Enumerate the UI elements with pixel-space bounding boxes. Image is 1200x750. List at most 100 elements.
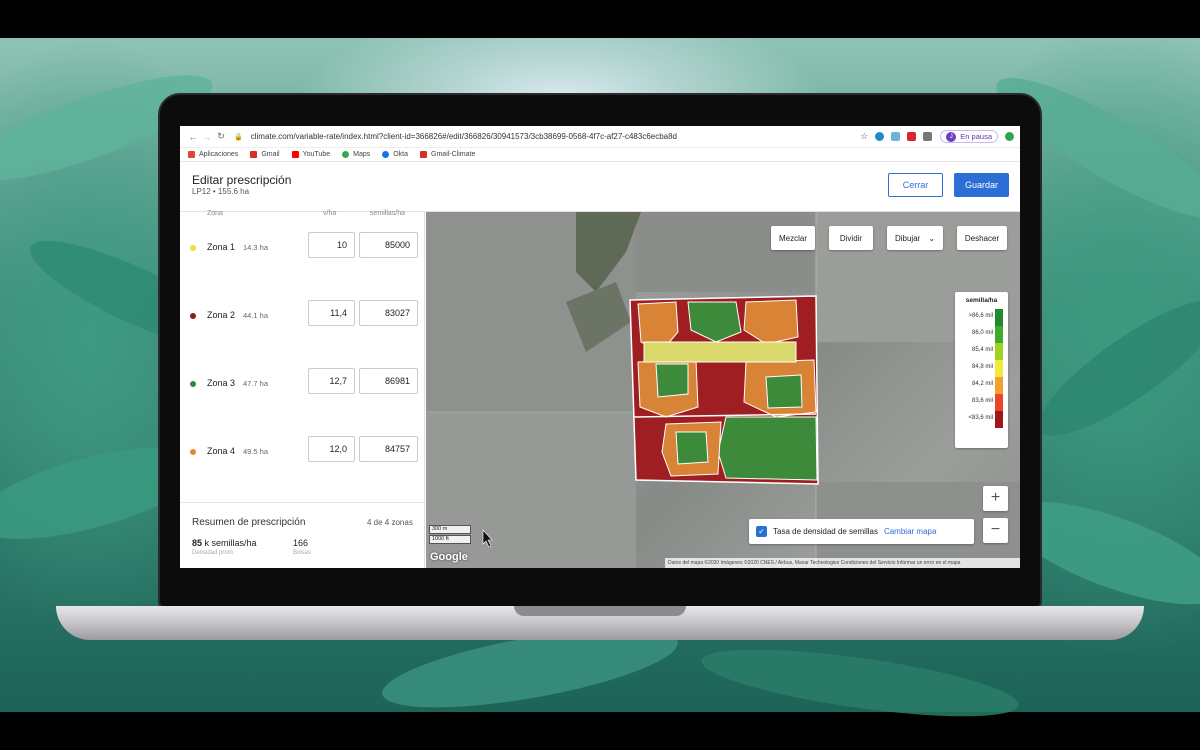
zone-rate-input[interactable]: 12,7 bbox=[308, 368, 355, 394]
zone-color-dot bbox=[190, 245, 196, 251]
browser-window: ← → ↻ 🔒 climate.com/variable-rate/index.… bbox=[180, 126, 1020, 568]
address-bar-row: ← → ↻ 🔒 climate.com/variable-rate/index.… bbox=[180, 126, 1020, 148]
extension-icon[interactable] bbox=[875, 132, 885, 141]
map-imagery bbox=[426, 212, 1020, 568]
zoom-in-button[interactable]: + bbox=[983, 486, 1008, 511]
bookmark-okta[interactable]: Okta bbox=[382, 151, 408, 158]
zone-1-area[interactable] bbox=[643, 341, 797, 363]
extension-icon[interactable] bbox=[891, 132, 901, 141]
legend-title: semilla/ha bbox=[965, 297, 998, 304]
zone-rate-input[interactable]: 11,4 bbox=[308, 300, 355, 326]
bookmark-maps[interactable]: Maps bbox=[342, 151, 370, 158]
extension-icon[interactable] bbox=[907, 132, 917, 141]
zone-color-dot bbox=[190, 381, 196, 387]
field-parcel bbox=[636, 212, 816, 292]
page-title: Editar prescripción bbox=[192, 173, 292, 187]
zone-row[interactable]: Zona 2 44.1 ha 11,4 83027 bbox=[180, 285, 425, 353]
zone-rate-input[interactable]: 12,0 bbox=[308, 436, 355, 462]
zone-name: Zona 4 bbox=[207, 446, 236, 456]
bookmark-gmail[interactable]: Gmail bbox=[250, 151, 280, 158]
column-header-zone: Zona bbox=[207, 210, 223, 217]
column-header-rate: v/ha bbox=[323, 210, 337, 217]
zoom-out-button[interactable]: − bbox=[983, 518, 1008, 543]
summary-title: Resumen de prescripción bbox=[192, 517, 306, 528]
legend-item: 83,6 mil bbox=[955, 394, 1008, 411]
zone-color-dot bbox=[190, 449, 196, 455]
extension-icon[interactable] bbox=[1005, 132, 1014, 141]
zone-3-area[interactable] bbox=[675, 431, 709, 465]
back-icon[interactable]: ← bbox=[186, 132, 200, 142]
chevron-down-icon: ⌄ bbox=[928, 233, 936, 243]
scale-meters: 300 m bbox=[429, 525, 471, 534]
zones-panel: Zona v/ha semillas/ha Zona 1 14.3 ha 10 … bbox=[180, 210, 425, 568]
url-field[interactable]: climate.com/variable-rate/index.html?cli… bbox=[251, 132, 861, 141]
youtube-icon bbox=[291, 151, 299, 158]
forward-icon[interactable]: → bbox=[200, 132, 214, 142]
bookmark-youtube[interactable]: YouTube bbox=[291, 151, 330, 158]
gmail-icon bbox=[420, 151, 428, 158]
star-icon[interactable]: ☆ bbox=[860, 131, 868, 142]
change-map-link[interactable]: Cambiar mapa bbox=[884, 527, 936, 536]
undo-button[interactable]: Deshacer bbox=[957, 226, 1007, 250]
zone-row[interactable]: Zona 1 14.3 ha 10 85000 bbox=[180, 217, 425, 285]
app-header: Editar prescripción LP12 • 155.6 ha Cerr… bbox=[180, 162, 1020, 212]
column-header-seeds: semillas/ha bbox=[370, 210, 406, 217]
scale-feet: 1000 ft bbox=[429, 535, 471, 544]
summary-bags: 166 bbox=[293, 538, 309, 548]
split-button[interactable]: Dividir bbox=[829, 226, 873, 250]
puzzle-icon[interactable] bbox=[923, 132, 933, 141]
profile-status: En pausa bbox=[960, 132, 992, 141]
summary-bags-label: Bolsas bbox=[293, 550, 312, 556]
zone-area: 47.7 ha bbox=[243, 379, 269, 388]
density-label: Tasa de densidad de semillas bbox=[773, 527, 878, 536]
profile-button[interactable]: J En pausa bbox=[940, 130, 998, 143]
zone-name: Zona 2 bbox=[207, 310, 236, 320]
avatar: J bbox=[946, 131, 957, 142]
okta-icon bbox=[382, 151, 390, 158]
zone-row[interactable]: Zona 4 49.5 ha 12,0 84757 bbox=[180, 421, 425, 489]
field-subtitle: LP12 • 155.6 ha bbox=[192, 187, 250, 196]
video-frame: ← → ↻ 🔒 climate.com/variable-rate/index.… bbox=[0, 0, 1200, 750]
zone-name: Zona 1 bbox=[207, 242, 236, 252]
density-layer-toggle[interactable]: ✓ Tasa de densidad de semillas Cambiar m… bbox=[749, 519, 974, 544]
zone-seeds-input[interactable]: 84757 bbox=[359, 436, 418, 462]
zone-color-dot bbox=[190, 313, 196, 319]
save-button[interactable]: Guardar bbox=[954, 173, 1009, 197]
draw-label: Dibujar bbox=[894, 233, 921, 243]
legend-item: 85,4 mil bbox=[955, 343, 1008, 360]
zone-area: 14.3 ha bbox=[243, 243, 269, 252]
zone-seeds-input[interactable]: 85000 bbox=[359, 232, 418, 258]
gmail-icon bbox=[250, 151, 258, 158]
legend-item: 86,0 mil bbox=[955, 326, 1008, 343]
zone-3-area[interactable] bbox=[655, 363, 689, 398]
draw-dropdown[interactable]: Dibujar ⌄ bbox=[887, 226, 943, 250]
close-button[interactable]: Cerrar bbox=[888, 173, 943, 197]
bookmark-gmail-climate[interactable]: Gmail-Climate bbox=[420, 151, 475, 158]
legend-item: 84,2 mil bbox=[955, 377, 1008, 394]
bookmark-aplicaciones[interactable]: Aplicaciones bbox=[188, 151, 238, 158]
bookmarks-bar: Aplicaciones Gmail YouTube Maps Okta Gma… bbox=[180, 148, 1020, 162]
google-logo: Google bbox=[430, 551, 468, 563]
map-scale: 300 m 1000 ft bbox=[429, 525, 471, 545]
zone-row[interactable]: Zona 3 47.7 ha 12,7 86981 bbox=[180, 353, 425, 421]
legend-item: 84,8 mil bbox=[955, 360, 1008, 377]
zone-name: Zona 3 bbox=[207, 378, 236, 388]
checkbox-checked-icon[interactable]: ✓ bbox=[756, 526, 767, 537]
summary-zone-count: 4 de 4 zonas bbox=[367, 518, 413, 527]
zone-area: 49.5 ha bbox=[243, 447, 269, 456]
zone-seeds-input[interactable]: 83027 bbox=[359, 300, 418, 326]
map-attribution[interactable]: Datos del mapa ©2020 Imágenes ©2020 CNES… bbox=[665, 558, 1020, 568]
satellite-map[interactable]: Mezclar Dividir Dibujar ⌄ Deshacer semil… bbox=[426, 212, 1020, 568]
prescription-field[interactable] bbox=[629, 295, 819, 485]
legend-item: <83,6 mil bbox=[955, 411, 1008, 428]
laptop-notch bbox=[514, 606, 686, 616]
summary-density-label: Densidad prom. bbox=[192, 550, 235, 556]
zone-rate-input[interactable]: 10 bbox=[308, 232, 355, 258]
prescription-summary: Resumen de prescripción 4 de 4 zonas 85 … bbox=[180, 502, 425, 568]
zone-seeds-input[interactable]: 86981 bbox=[359, 368, 418, 394]
reload-icon[interactable]: ↻ bbox=[214, 131, 228, 142]
merge-button[interactable]: Mezclar bbox=[771, 226, 815, 250]
zone-3-area[interactable] bbox=[717, 416, 818, 481]
zone-3-area[interactable] bbox=[765, 374, 803, 409]
maps-pin-icon bbox=[342, 151, 350, 158]
